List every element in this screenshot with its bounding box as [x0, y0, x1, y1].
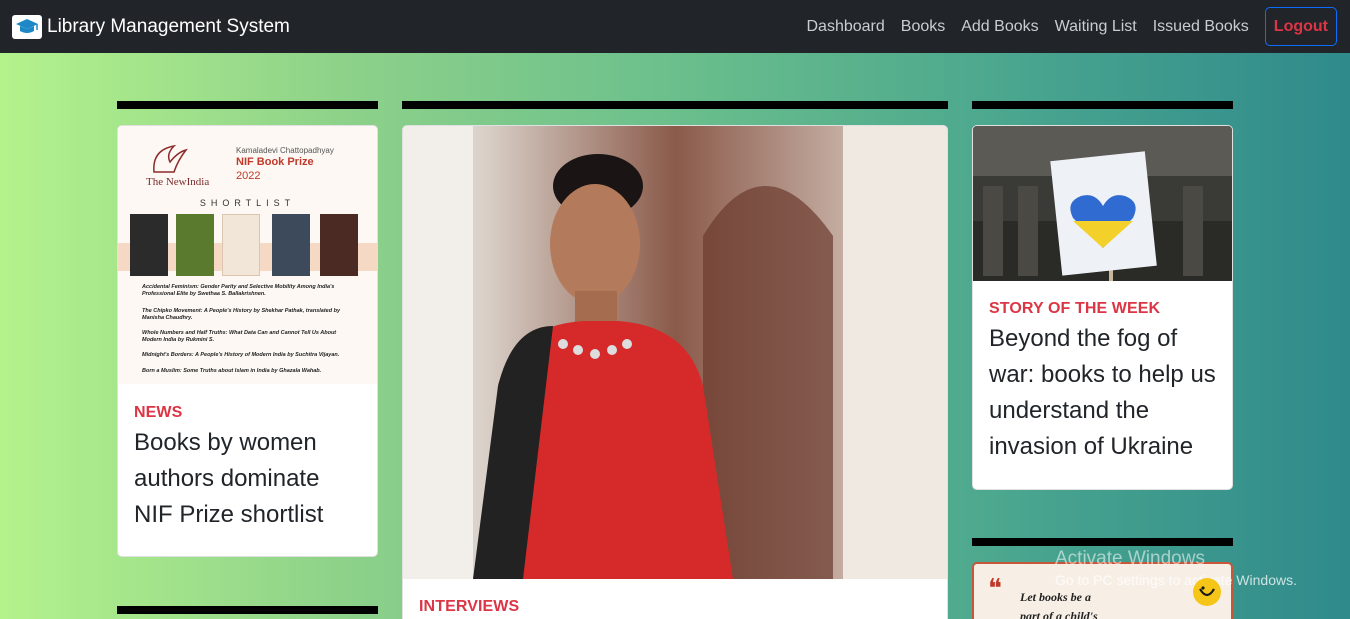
prize-year: 2022	[236, 170, 261, 182]
story-of-week-card[interactable]: STORY OF THE WEEK Beyond the fog of war:…	[972, 125, 1233, 490]
activate-windows-subtitle: Go to PC settings to activate Windows.	[1055, 572, 1297, 588]
card-category: INTERVIEWS	[419, 598, 520, 615]
shortlist-label: SHORTLIST	[199, 198, 296, 208]
news-card[interactable]: The NewIndia Kamaladevi Chattopadhyay NI…	[117, 125, 378, 557]
ukraine-heart-image	[973, 126, 1232, 281]
column-divider-center	[402, 101, 948, 109]
activate-windows-title: Activate Windows	[1055, 548, 1205, 569]
nav-links: Dashboard Books Add Books Waiting List I…	[806, 0, 1350, 53]
entry-2: The Chipko Movement: A People's History …	[142, 308, 341, 321]
nav-dashboard[interactable]: Dashboard	[806, 18, 884, 36]
quote-mark-icon: ❝	[988, 574, 1002, 604]
logout-button[interactable]: Logout	[1264, 7, 1337, 46]
brand[interactable]: Library Management System	[12, 14, 290, 39]
entry-4: Midnight's Borders: A People's History o…	[142, 352, 340, 358]
quote-text: Let books be a part of a child's	[1020, 590, 1098, 619]
nav-issued-books[interactable]: Issued Books	[1153, 18, 1249, 36]
card-category: STORY OF THE WEEK	[989, 300, 1161, 317]
graduation-cap-icon	[12, 14, 42, 39]
foundation-name: The NewIndia	[146, 176, 210, 188]
nav-waiting-list[interactable]: Waiting List	[1055, 18, 1137, 36]
book-cover-2	[176, 214, 214, 276]
card-headline[interactable]: Books by women authors dominate NIF Priz…	[134, 425, 362, 533]
book-cover-1	[130, 214, 168, 276]
bird-logo-icon	[153, 144, 188, 173]
app-title: Library Management System	[47, 15, 290, 37]
entry-3: Whole Numbers and Half Truths: What Data…	[142, 330, 337, 343]
nav-books[interactable]: Books	[901, 18, 945, 36]
nav-add-books[interactable]: Add Books	[961, 18, 1038, 36]
interview-card[interactable]: INTERVIEWS	[402, 125, 948, 619]
smile-icon	[1199, 586, 1215, 597]
card-headline[interactable]: Beyond the fog of war: books to help us …	[989, 321, 1225, 465]
book-cover-3	[222, 214, 260, 276]
entry-5: Born a Muslim: Some Truths about Islam i…	[142, 368, 322, 374]
author-photo	[403, 126, 947, 579]
emoji-widget-button[interactable]	[1193, 578, 1221, 606]
column-divider-left-2	[117, 606, 378, 614]
prize-title: NIF Book Prize	[236, 156, 314, 168]
column-divider-right	[972, 101, 1233, 109]
card-category: NEWS	[134, 404, 183, 421]
prize-eyebrow: Kamaladevi Chattopadhyay	[236, 146, 334, 155]
column-divider-left	[117, 101, 378, 109]
navbar: Library Management System Dashboard Book…	[0, 0, 1350, 53]
book-cover-5	[320, 214, 358, 276]
entry-1: Accidental Feminism: Gender Parity and S…	[142, 284, 335, 297]
column-divider-right-2	[972, 538, 1233, 546]
book-cover-4	[272, 214, 310, 276]
nif-prize-image: The NewIndia Kamaladevi Chattopadhyay NI…	[118, 126, 377, 384]
